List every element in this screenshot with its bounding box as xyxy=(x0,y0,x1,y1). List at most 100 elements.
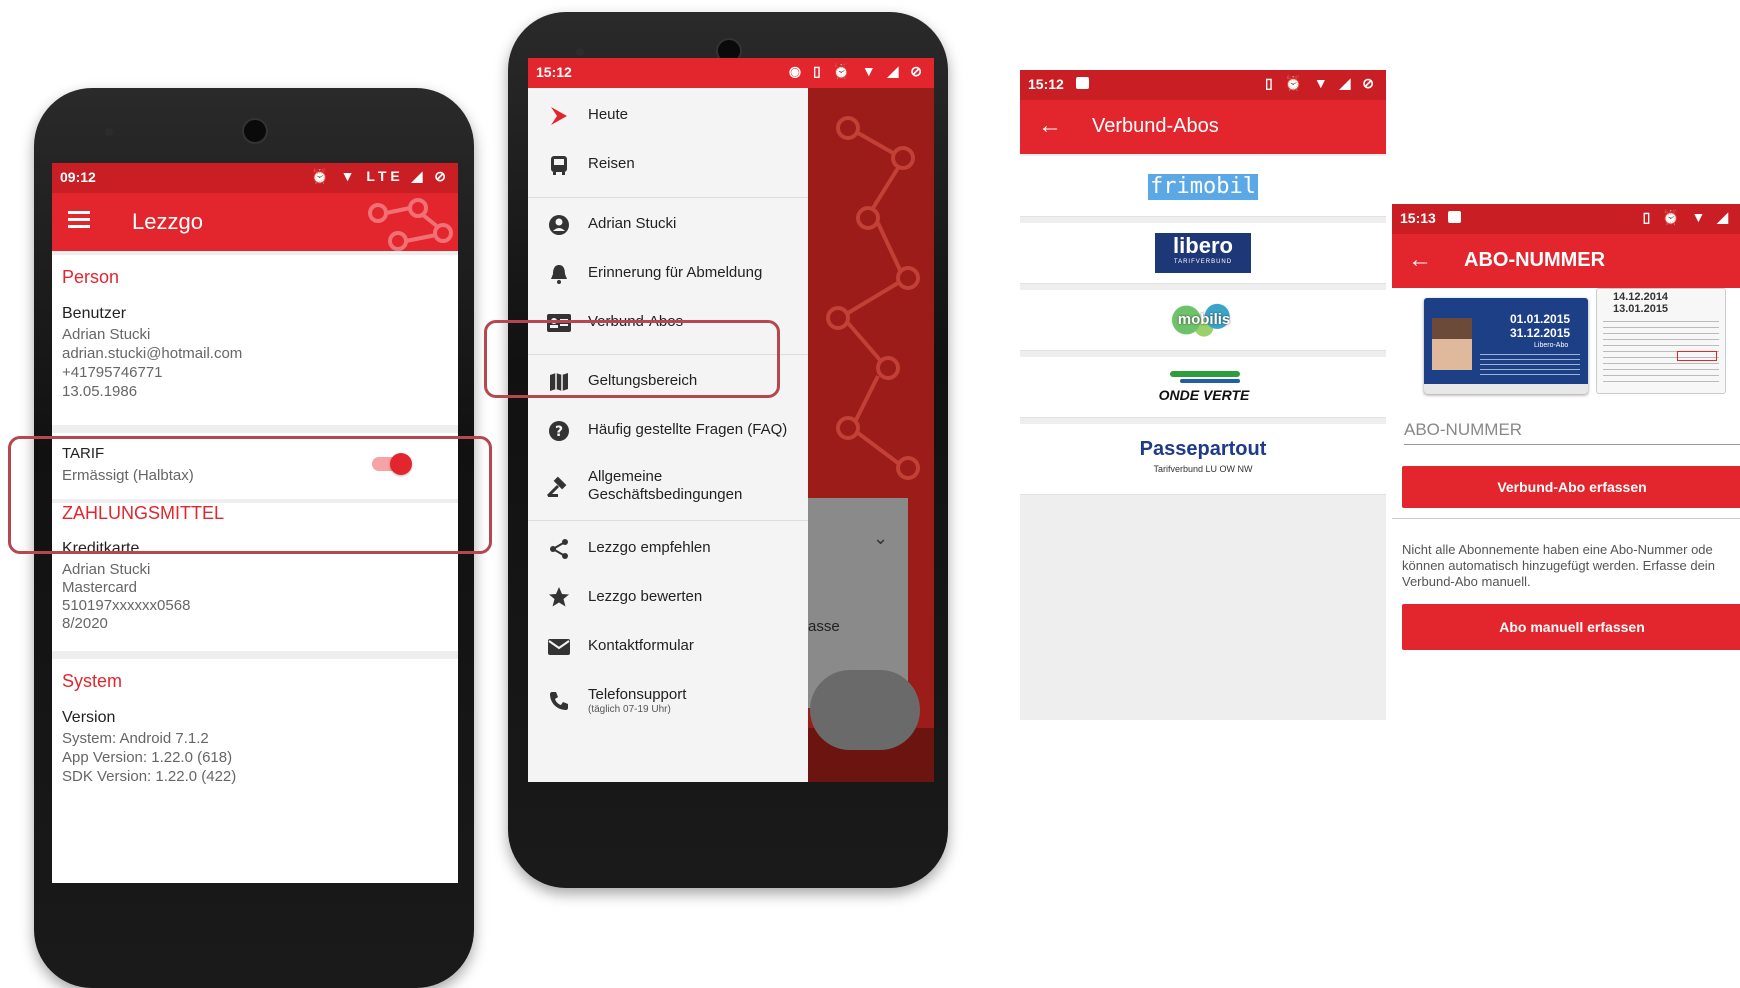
abo-item-libero[interactable]: libero TARIFVERBUND xyxy=(1020,223,1386,284)
menu-item-agb[interactable]: Allgemeine Geschäftsbedingungen xyxy=(528,456,808,516)
menu-label: Kontaktformular xyxy=(588,637,694,654)
onde-verte-wave-2 xyxy=(1180,379,1240,383)
frimobil-logo: frimobil xyxy=(1148,174,1258,200)
status-bar: 15:12 ◉ ▯ ⏰ ▼ ◢ ⊘ xyxy=(528,58,934,88)
mobilis-logo-text: mobilis xyxy=(1177,311,1231,328)
card-photo xyxy=(1432,318,1472,370)
example-card-front: 01.01.2015 31.12.2015 Libero-Abo xyxy=(1424,298,1588,394)
user-phone: +41795746771 xyxy=(62,364,163,381)
menu-item-faq[interactable]: ? Häufig gestellte Fragen (FAQ) xyxy=(528,407,808,455)
libero-logo: libero TARIFVERBUND xyxy=(1155,233,1251,273)
payment-holder: Adrian Stucki xyxy=(62,561,151,578)
abo-item-mobilis[interactable]: mobilis xyxy=(1020,290,1386,351)
verbund-abos-screen: 15:12 ▯ ⏰ ▼ ◢ ⊘ ← Verbund-Abos frimobil … xyxy=(1020,70,1386,720)
app-version: App Version: 1.22.0 (618) xyxy=(62,749,233,766)
menu-item-account[interactable]: Adrian Stucki xyxy=(528,201,808,249)
card-date-to: 31.12.2015 xyxy=(1510,326,1571,340)
image-icon xyxy=(1448,211,1461,223)
status-icons: ▯ ⏰ ▼ ◢ xyxy=(1642,209,1732,225)
back-arrow-icon[interactable]: ← xyxy=(1408,246,1432,274)
menu-item-recommend[interactable]: Lezzgo empfehlen xyxy=(528,525,808,573)
card-fine-print xyxy=(1480,354,1580,378)
user-name: Adrian Stucki xyxy=(62,326,151,343)
menu-label: Häufig gestellte Fragen (FAQ) xyxy=(588,421,788,438)
system-card: System Version System: Android 7.1.2 App… xyxy=(52,659,458,883)
abo-item-passepartout[interactable]: Passepartout Tarifverbund LU OW NW xyxy=(1020,424,1386,495)
status-bar: 15:12 ▯ ⏰ ▼ ◢ ⊘ xyxy=(1020,70,1386,100)
status-time: 09:12 xyxy=(60,169,96,185)
status-bar: 09:12 ⏰ ▼ LTE ◢ ⊘ xyxy=(52,163,458,193)
user-label: Benutzer xyxy=(62,305,127,322)
star-icon xyxy=(549,587,569,607)
menu-divider xyxy=(528,197,808,198)
libero-logo-text: libero xyxy=(1173,233,1233,258)
mobilis-logo: mobilis xyxy=(1160,302,1248,338)
onde-verte-wave xyxy=(1170,371,1240,377)
account-icon xyxy=(549,215,569,235)
passepartout-logo: Passepartout xyxy=(1139,438,1267,460)
libero-logo-sub: TARIFVERBUND xyxy=(1173,259,1233,265)
app-toolbar: ← ABO-NUMMER xyxy=(1392,234,1740,288)
abo-item-onde-verte[interactable]: ONDE VERTE xyxy=(1020,357,1386,418)
phone-1-camera xyxy=(242,118,268,144)
app-toolbar: ← Verbund-Abos xyxy=(1020,100,1386,154)
verbund-abo-erfassen-button[interactable]: Verbund-Abo erfassen xyxy=(1402,466,1740,508)
status-time: 15:12 xyxy=(536,64,572,80)
share-icon xyxy=(550,539,568,559)
pattern-decoration xyxy=(368,198,453,251)
abo-item-frimobil[interactable]: frimobil xyxy=(1020,156,1386,217)
background-text: asse xyxy=(808,618,840,635)
arrow-icon xyxy=(551,107,567,125)
tarif-highlight-box xyxy=(8,436,492,554)
status-icons: ⏰ ▼ LTE ◢ ⊘ xyxy=(311,168,450,184)
menu-item-phone-support[interactable]: Telefonsupport (täglich 07-19 Uhr) xyxy=(528,672,808,732)
info-line-1: Nicht alle Abonnemente haben eine Abo-Nu… xyxy=(1402,542,1713,557)
app-toolbar: Lezzgo xyxy=(52,193,458,251)
image-icon xyxy=(1076,77,1089,89)
status-time: 15:12 xyxy=(1028,76,1064,92)
status-icons: ◉ ▯ ⏰ ▼ ◢ ⊘ xyxy=(788,63,926,79)
card-back-date-1: 14.12.2014 xyxy=(1613,291,1669,303)
system-version: System: Android 7.1.2 xyxy=(62,730,209,747)
menu-label: Telefonsupport xyxy=(588,686,687,703)
sdk-version: SDK Version: 1.22.0 (422) xyxy=(62,768,237,785)
abo-number-input[interactable]: ABO-NUMMER xyxy=(1404,416,1740,445)
status-time: 15:13 xyxy=(1400,210,1436,226)
card-type-label: Libero-Abo xyxy=(1534,342,1569,349)
abo-manuell-erfassen-button[interactable]: Abo manuell erfassen xyxy=(1402,604,1740,650)
card-back-date-2: 13.01.2015 xyxy=(1613,303,1669,315)
bell-icon xyxy=(551,265,567,284)
menu-item-reisen[interactable]: Reisen xyxy=(528,141,808,189)
onde-verte-logo: ONDE VERTE xyxy=(1158,387,1250,403)
system-heading: System xyxy=(62,671,123,691)
status-icons: ▯ ⏰ ▼ ◢ ⊘ xyxy=(1264,75,1378,91)
menu-icon[interactable] xyxy=(68,211,90,229)
phone-2-sensor xyxy=(576,48,584,56)
background-button xyxy=(810,670,920,750)
person-card: Person Benutzer Adrian Stucki adrian.stu… xyxy=(52,255,458,425)
menu-label-line2: Geschäftsbedingungen xyxy=(588,486,743,503)
bus-icon xyxy=(551,156,567,175)
navigation-drawer: Heute Reisen Adrian Stucki Erinnerung fü… xyxy=(528,88,808,782)
svg-text:?: ? xyxy=(555,424,563,440)
user-birthdate: 13.05.1986 xyxy=(62,383,138,400)
payment-expiry: 8/2020 xyxy=(62,615,108,632)
menu-label: Reisen xyxy=(588,155,635,172)
card-footer-band xyxy=(1424,384,1588,394)
back-arrow-icon[interactable]: ← xyxy=(1038,112,1062,140)
menu-divider xyxy=(528,520,808,521)
menu-item-rate[interactable]: Lezzgo bewerten xyxy=(528,574,808,622)
menu-label: Erinnerung für Abmeldung xyxy=(588,264,763,281)
phone-1-sensor xyxy=(105,128,113,136)
menu-label: Adrian Stucki xyxy=(588,215,677,232)
menu-item-heute[interactable]: Heute xyxy=(528,92,808,140)
example-card-back: 14.12.2014 13.01.2015 xyxy=(1596,288,1726,394)
mail-icon xyxy=(548,639,570,655)
version-label: Version xyxy=(62,709,116,726)
menu-item-contact[interactable]: Kontaktformular xyxy=(528,623,808,671)
info-line-2: können automatisch hinzugefügt werden. E… xyxy=(1402,558,1715,573)
menu-label: Heute xyxy=(588,106,629,123)
user-email: adrian.stucki@hotmail.com xyxy=(62,345,243,362)
screen-title: ABO-NUMMER xyxy=(1464,249,1606,271)
menu-item-reminder[interactable]: Erinnerung für Abmeldung xyxy=(528,250,808,298)
